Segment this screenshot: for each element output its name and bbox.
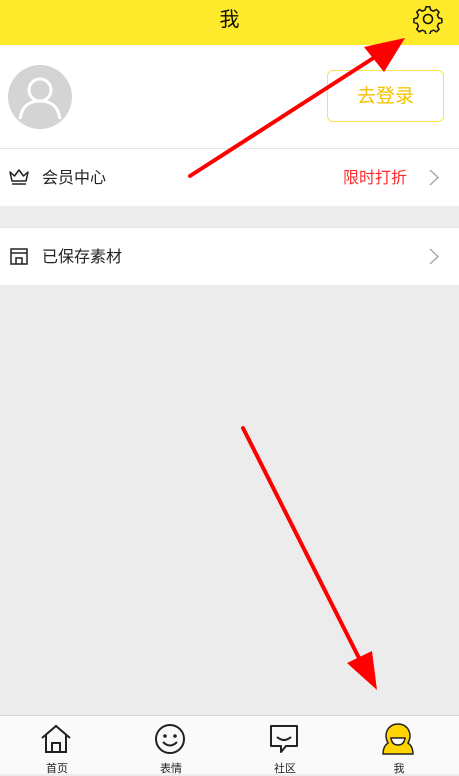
- saved-materials-label: 已保存素材: [42, 247, 123, 266]
- home-icon: [41, 724, 71, 753]
- bottom-tab-bar: 首页 表情 社区 我: [0, 715, 459, 775]
- vip-center-label: 会员中心: [42, 168, 107, 187]
- page-title: 我: [219, 7, 240, 31]
- profile-icon: [382, 723, 414, 755]
- avatar[interactable]: [8, 65, 72, 129]
- chat-icon: [270, 725, 298, 753]
- login-button[interactable]: 去登录: [327, 70, 444, 122]
- chevron-right-icon: [429, 169, 439, 186]
- tab-emoji[interactable]: 表情: [114, 716, 228, 775]
- vip-center-row[interactable]: 会员中心 限时打折: [0, 148, 459, 206]
- smiley-icon: [155, 724, 185, 754]
- arrow-to-me-tab: [241, 426, 377, 690]
- tab-home-label: 首页: [46, 762, 68, 775]
- tab-community-label: 社区: [274, 762, 296, 775]
- crown-icon: [9, 169, 29, 185]
- top-bar: 我: [0, 0, 459, 45]
- saved-materials-row[interactable]: 已保存素材: [0, 227, 459, 286]
- limited-discount-label: 限时打折: [342, 168, 407, 187]
- tab-community[interactable]: 社区: [228, 716, 342, 775]
- user-silhouette-icon: [18, 77, 62, 120]
- tab-me[interactable]: 我: [342, 716, 456, 775]
- saved-folder-icon: [10, 248, 28, 265]
- tab-home[interactable]: 首页: [0, 716, 114, 775]
- settings-gear-icon[interactable]: [413, 4, 443, 34]
- tab-me-label: 我: [393, 762, 405, 775]
- chevron-right-icon: [429, 248, 439, 265]
- tab-emoji-label: 表情: [160, 762, 182, 775]
- profile-section: 去登录: [0, 45, 459, 148]
